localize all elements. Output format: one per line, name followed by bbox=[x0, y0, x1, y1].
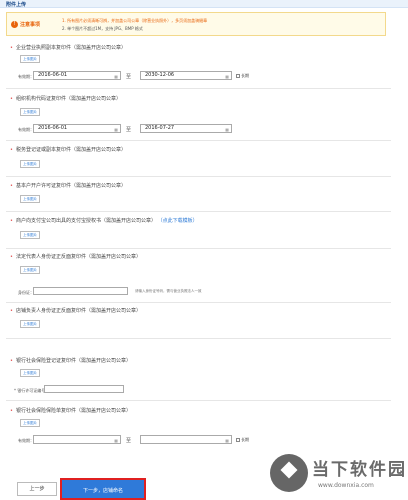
date-separator: 至 bbox=[126, 127, 132, 133]
prev-step-button[interactable]: 上一步 bbox=[17, 482, 57, 496]
calendar-icon: ▦ bbox=[114, 438, 118, 443]
notice-title: 注意事项 bbox=[20, 22, 41, 28]
watermark-logo-icon bbox=[270, 454, 308, 492]
section-legal-rep-id: • 法定代表人身份证正反面复印件（需加盖开店公司公章） bbox=[10, 254, 141, 260]
divider bbox=[6, 211, 391, 212]
warning-icon: ! bbox=[11, 21, 18, 28]
date-end-2[interactable]: 2016-07-27 ▦ bbox=[140, 124, 232, 133]
notice-box: ! 注意事项 1. 所有图片必须清晰可辨，并加盖公司公章（除营业执照外），多页须… bbox=[6, 12, 386, 36]
upload-button-org-code[interactable]: 上传图片 bbox=[20, 108, 40, 116]
section-store-manager-id: • 店铺负责人身份证正反面复印件（需加盖开店公司公章） bbox=[10, 308, 141, 314]
section-org-code: • 组织机构代码证复印件（需加盖开店公司公章） bbox=[10, 96, 121, 102]
watermark-title: 当下软件园 bbox=[312, 460, 407, 480]
upload-button-store-manager-id[interactable]: 上传图片 bbox=[20, 320, 40, 328]
date-end-1[interactable]: 2030-12-06 ▦ bbox=[140, 71, 232, 80]
divider bbox=[6, 176, 391, 177]
calendar-icon: ▦ bbox=[225, 127, 229, 132]
date-start-1[interactable]: 2016-06-01 ▦ bbox=[33, 71, 121, 80]
upload-button-alipay-authorization[interactable]: 上传图片 bbox=[20, 231, 40, 239]
upload-button-tax-registration[interactable]: 上传图片 bbox=[20, 160, 40, 168]
upload-button-business-license[interactable]: 上传图片 bbox=[20, 55, 40, 63]
page-title: 附件上传 bbox=[6, 2, 27, 8]
calendar-icon: ▦ bbox=[225, 438, 229, 443]
long-term-checkbox[interactable]: 长期 bbox=[236, 73, 249, 79]
validity-label: 有效期： bbox=[18, 438, 34, 443]
upload-button-social-insurance-policy[interactable]: 上传图片 bbox=[20, 419, 40, 427]
header-bar: 附件上传 bbox=[0, 0, 408, 8]
section-social-insurance-policy: • 银行社会保险保险单复印件（需加盖开店公司公章） bbox=[10, 408, 131, 414]
id-label: 身份证： bbox=[18, 290, 34, 295]
watermark: 当下软件园 www.downxia.com bbox=[260, 450, 408, 500]
id-hint: 请输入身份证号码，需与营业执照法人一致 bbox=[135, 289, 202, 293]
date-end-3[interactable]: ▦ bbox=[140, 435, 232, 444]
legal-rep-id-input[interactable] bbox=[33, 287, 128, 295]
next-step-button[interactable]: 下一步，店铺命名 bbox=[60, 478, 146, 500]
section-tax-registration: • 税务登记证或副本复印件（需加盖开店公司公章） bbox=[10, 147, 126, 153]
notice-line-2: 2. 单个图片不超过1M，支持 JPG、BMP 格式 bbox=[62, 26, 143, 31]
divider bbox=[6, 248, 391, 249]
divider bbox=[6, 302, 391, 303]
section-alipay-authorization: • 商户向支付宝公司出具的支付宝授权书（需加盖开店公司公章） （点此下载模板） bbox=[10, 218, 198, 224]
watermark-url: www.downxia.com bbox=[318, 482, 374, 489]
date-start-3[interactable]: ▦ bbox=[33, 435, 121, 444]
divider bbox=[6, 140, 391, 141]
date-start-2[interactable]: 2016-06-01 ▦ bbox=[33, 124, 121, 133]
section-business-license: • 企业营业执照副本复印件（需加盖开店公司公章） bbox=[10, 45, 126, 51]
divider bbox=[6, 338, 391, 339]
license-number-input[interactable] bbox=[44, 385, 124, 393]
calendar-icon: ▦ bbox=[114, 74, 118, 79]
upload-button-bank-account[interactable]: 上传图片 bbox=[20, 195, 40, 203]
upload-button-social-insurance-cert[interactable]: 上传图片 bbox=[20, 369, 40, 377]
section-bank-account: • 基本户开户许可证复印件（需加盖开店公司公章） bbox=[10, 183, 126, 189]
divider bbox=[6, 400, 391, 401]
validity-label: 有效期： bbox=[18, 74, 34, 79]
download-template-link[interactable]: （点此下载模板） bbox=[158, 218, 198, 224]
section-social-insurance-cert: • 银行社会保险登记证复印件（需加盖开店公司公章） bbox=[10, 358, 131, 364]
divider bbox=[6, 88, 391, 89]
calendar-icon: ▦ bbox=[225, 74, 229, 79]
notice-line-1: 1. 所有图片必须清晰可辨，并加盖公司公章（除营业执照外），多页须加盖骑缝章 bbox=[62, 18, 208, 23]
validity-label: 有效期： bbox=[18, 127, 34, 132]
calendar-icon: ▦ bbox=[114, 127, 118, 132]
long-term-checkbox[interactable]: 长期 bbox=[236, 437, 249, 443]
date-separator: 至 bbox=[126, 74, 132, 80]
upload-button-legal-rep-id[interactable]: 上传图片 bbox=[20, 266, 40, 274]
date-separator: 至 bbox=[126, 438, 132, 444]
